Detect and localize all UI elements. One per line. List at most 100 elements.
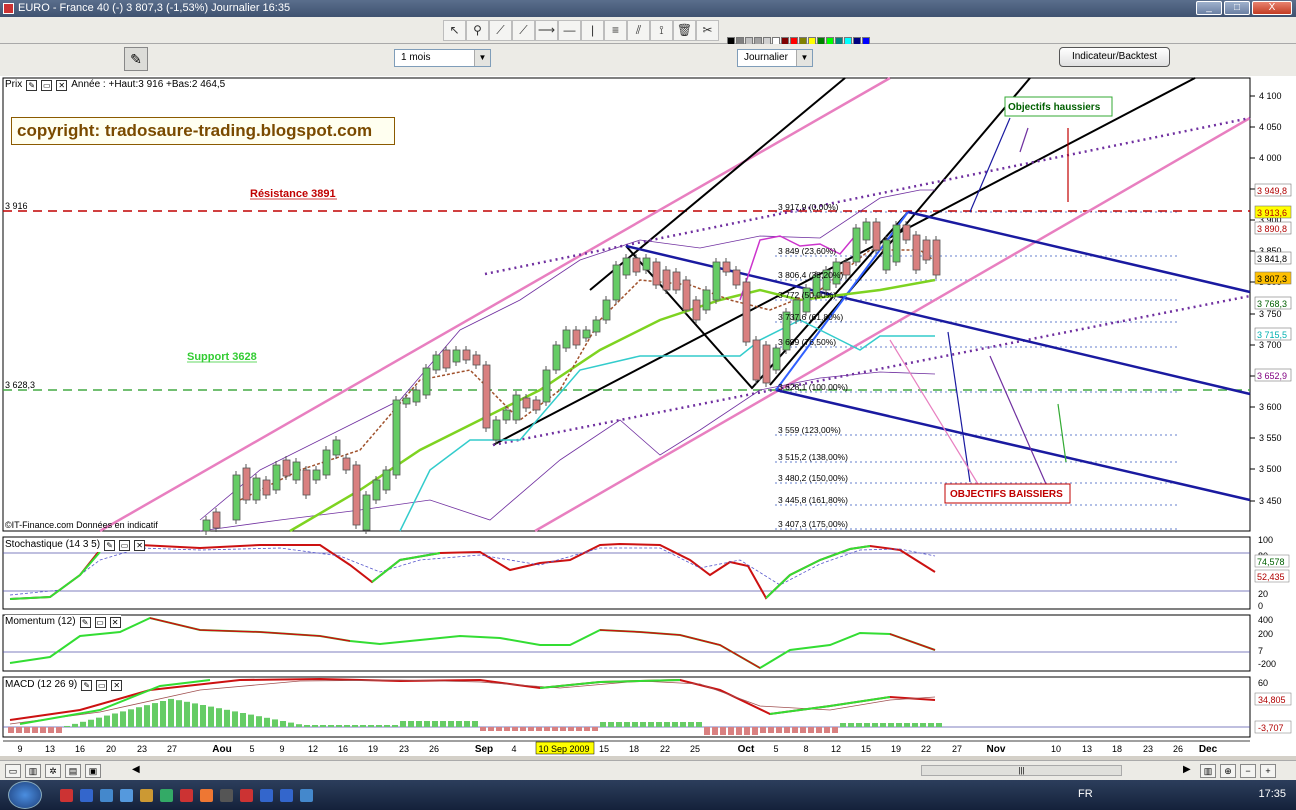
zoom-out-icon[interactable]: −	[1240, 764, 1256, 778]
start-button[interactable]	[8, 781, 42, 809]
window-icon[interactable]: ▭	[119, 539, 131, 551]
hline-icon[interactable]: —	[558, 20, 581, 41]
taskbar-app-icon[interactable]	[60, 789, 73, 802]
macd-histogram-bar	[392, 725, 398, 727]
taskbar-app-icon[interactable]	[220, 789, 233, 802]
macd-histogram-bar	[840, 723, 846, 727]
chart-area[interactable]: 3 917,9 (0,00%) 3 849 (23,60%) 3 806,4 (38…	[0, 76, 1296, 756]
close-button[interactable]: X	[1252, 1, 1292, 15]
chart-type-icon[interactable]: ▭	[5, 764, 21, 778]
macd-axis-tick: 34,805	[1258, 695, 1286, 705]
chart-svg[interactable]: 3 917,9 (0,00%) 3 849 (23,60%) 3 806,4 (38…	[0, 76, 1296, 756]
macd-histogram-bar	[400, 721, 406, 727]
macd-histogram-bar	[464, 721, 470, 727]
macd-histogram-bar	[880, 723, 886, 727]
wrench-icon[interactable]: ✎	[81, 679, 93, 691]
wrench-icon[interactable]: ✎	[26, 79, 38, 91]
macd-histogram-bar	[808, 727, 814, 733]
period-select[interactable]: 1 mois ▼	[394, 49, 491, 67]
macd-histogram-bar	[160, 701, 166, 727]
taskbar-app-icon[interactable]	[280, 789, 293, 802]
stoch-axis-tick: 20	[1258, 589, 1268, 599]
horizontal-scrollbar[interactable]: |||	[921, 765, 1122, 776]
pitchfork-icon[interactable]: ⟟	[650, 20, 673, 41]
zoom-icon[interactable]: ⚲	[466, 20, 489, 41]
macd-histogram-bar	[712, 727, 718, 735]
pencil-tool-icon[interactable]: ✎	[124, 47, 148, 71]
zoom-fit-icon[interactable]: ⊕	[1220, 764, 1236, 778]
taskbar-app-icon[interactable]	[300, 789, 313, 802]
macd-histogram-bar	[520, 727, 526, 731]
macd-histogram-bar	[680, 722, 686, 727]
taskbar-app-icon[interactable]	[80, 789, 93, 802]
candlestick	[762, 344, 771, 384]
window-icon[interactable]: ▭	[96, 679, 108, 691]
price-badge: 3 913,6	[1257, 208, 1287, 218]
candlestick	[492, 419, 501, 441]
bar-chart-icon[interactable]: ▥	[25, 764, 41, 778]
macd-histogram-bar	[720, 727, 726, 735]
taskbar-app-icon[interactable]	[240, 789, 253, 802]
interval-select[interactable]: Journalier ▼	[737, 49, 813, 67]
macd-histogram-bar	[48, 727, 54, 733]
candlestick	[212, 511, 221, 529]
vline-icon[interactable]: |	[581, 20, 604, 41]
window-icon[interactable]: ▭	[41, 79, 53, 91]
taskbar-app-icon[interactable]	[160, 789, 173, 802]
macd-histogram-bar	[912, 723, 918, 727]
cursor-icon[interactable]: ↖	[443, 20, 466, 41]
close-icon[interactable]: ✕	[111, 679, 123, 691]
wrench-icon[interactable]: ✎	[79, 616, 91, 628]
chevron-down-icon[interactable]: ▼	[796, 50, 812, 66]
chevron-down-icon[interactable]: ▼	[474, 50, 490, 66]
price-badge: 3 768,3	[1257, 299, 1287, 309]
macd-label: MACD (12 26 9)	[5, 679, 78, 690]
macd-histogram-bar	[616, 722, 622, 727]
close-icon[interactable]: ✕	[134, 539, 146, 551]
window-icon[interactable]: ▭	[94, 616, 106, 628]
candlestick	[272, 464, 281, 491]
fibonacci-icon[interactable]: ≡	[604, 20, 627, 41]
macd-histogram-bar	[280, 721, 286, 727]
macd-histogram-bar	[448, 721, 454, 727]
candlestick	[382, 469, 391, 491]
channel-icon[interactable]: ⫽	[627, 20, 650, 41]
window-title: EURO - France 40 (-) 3 807,3 (-1,53%) Jo…	[18, 2, 291, 14]
minimize-button[interactable]: _	[1196, 1, 1222, 15]
print-icon[interactable]: ▤	[65, 764, 81, 778]
close-icon[interactable]: ✕	[109, 616, 121, 628]
macd-histogram-bar	[832, 727, 838, 733]
taskbar-app-icon[interactable]	[120, 789, 133, 802]
taskbar-app-icon[interactable]	[140, 789, 153, 802]
macd-histogram-bar	[360, 725, 366, 727]
price-axis-tick: 3 550	[1259, 433, 1282, 443]
zoom-in-icon[interactable]: +	[1260, 764, 1276, 778]
tools-icon[interactable]: ✂	[696, 20, 719, 41]
save-icon[interactable]: ▣	[85, 764, 101, 778]
bar-chart-icon[interactable]: ▥	[1200, 764, 1216, 778]
taskbar-app-icon[interactable]	[180, 789, 193, 802]
scroll-left-icon[interactable]: ◀	[132, 764, 140, 775]
price-badge: 3 841,8	[1257, 254, 1287, 264]
ray-icon[interactable]: ⟶	[535, 20, 558, 41]
tools-icon[interactable]: ✲	[45, 764, 61, 778]
fib-level-label: 3 917,9 (0,00%)	[778, 202, 839, 212]
taskbar-app-icon[interactable]	[200, 789, 213, 802]
macd-histogram-bar	[800, 727, 806, 733]
delete-icon[interactable]: 🗑	[673, 20, 696, 41]
language-indicator[interactable]: FR	[1078, 788, 1093, 800]
candlestick	[642, 257, 651, 271]
close-icon[interactable]: ✕	[56, 79, 68, 91]
maximize-button[interactable]: □	[1224, 1, 1250, 15]
line-icon[interactable]: ⟋	[489, 20, 512, 41]
wrench-icon[interactable]: ✎	[104, 539, 116, 551]
macd-histogram-bar	[56, 727, 62, 733]
trend-line-icon[interactable]: ⟋	[512, 20, 535, 41]
clock[interactable]: 17:35	[1258, 788, 1286, 800]
macd-axis-tick: 60	[1258, 678, 1268, 688]
taskbar-app-icon[interactable]	[100, 789, 113, 802]
scroll-right-icon[interactable]: ▶	[1183, 764, 1191, 775]
taskbar-app-icon[interactable]	[260, 789, 273, 802]
candlestick	[372, 479, 381, 501]
indicator-backtest-button[interactable]: Indicateur/Backtest	[1059, 47, 1170, 67]
